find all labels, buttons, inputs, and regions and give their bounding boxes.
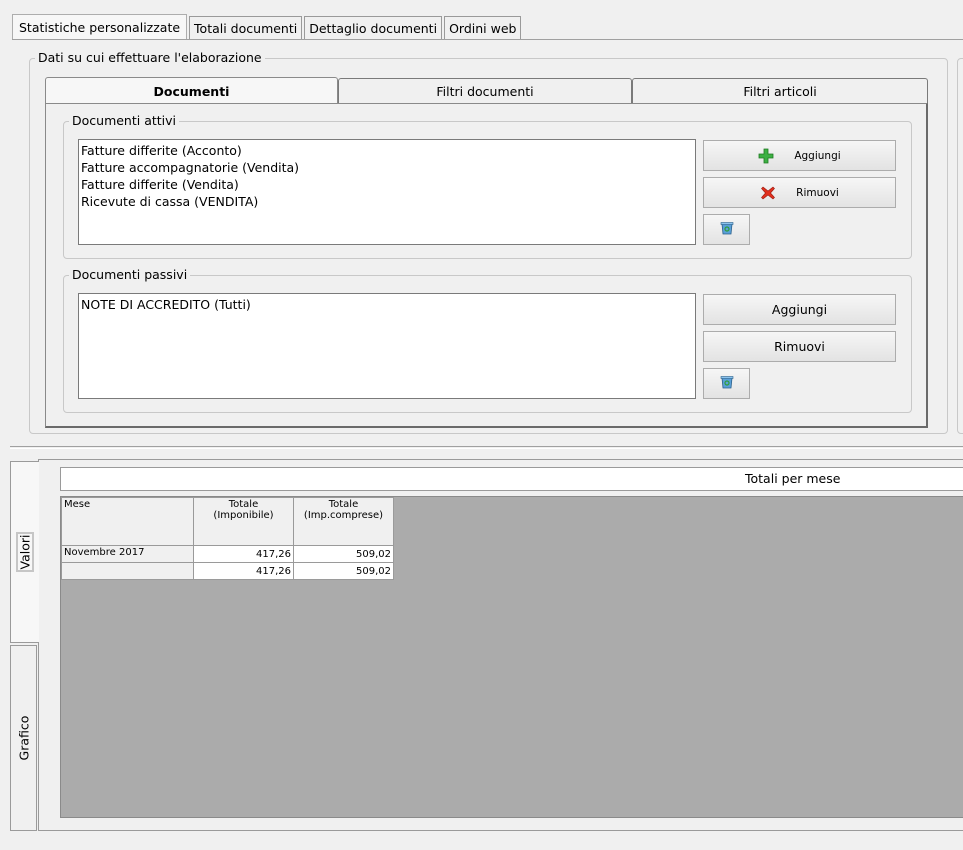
remove-passive-document-button[interactable]: Rimuovi <box>703 331 896 362</box>
add-passive-document-button[interactable]: Aggiungi <box>703 294 896 325</box>
column-header-mese[interactable]: Mese <box>61 497 194 546</box>
row-header-cell: Novembre 2017 <box>61 545 194 563</box>
list-item[interactable]: Fatture accompagnatorie (Vendita) <box>81 159 693 176</box>
tab-filtri-articoli[interactable]: Filtri articoli <box>632 78 928 104</box>
tab-label: Totali documenti <box>194 21 298 36</box>
documenti-attivi-list[interactable]: Fatture differite (Acconto) Fatture acco… <box>78 139 696 245</box>
results-table: Mese Totale (Imponibile) Totale (Imp.com… <box>61 497 394 580</box>
header-label: Mese <box>64 499 91 510</box>
list-item[interactable]: Fatture differite (Acconto) <box>81 142 693 159</box>
clear-passive-documents-button[interactable] <box>703 368 750 399</box>
tab-label: Dettaglio documenti <box>309 21 438 36</box>
button-label: Rimuovi <box>796 186 839 199</box>
documenti-passivi-list[interactable]: NOTE DI ACCREDITO (Tutti) <box>78 293 696 399</box>
button-label: Aggiungi <box>771 302 828 317</box>
splitter[interactable] <box>10 446 963 449</box>
clear-active-documents-button[interactable] <box>703 214 750 245</box>
list-item[interactable]: Fatture differite (Vendita) <box>81 176 693 193</box>
tab-totali-documenti[interactable]: Totali documenti <box>189 16 303 40</box>
tab-grafico[interactable]: Grafico <box>10 645 37 831</box>
tab-label: Ordini web <box>449 21 517 36</box>
tab-documenti[interactable]: Documenti <box>45 77 338 104</box>
list-item[interactable]: Ricevute di cassa (VENDITA) <box>81 193 693 210</box>
tab-statistiche-personalizzate[interactable]: Statistiche personalizzate <box>12 14 188 40</box>
header-label: (Imp.comprese) <box>303 510 384 521</box>
button-label: Aggiungi <box>794 149 841 162</box>
tab-valori[interactable]: Valori <box>10 461 39 643</box>
documenti-passivi-legend: Documenti passivi <box>69 267 191 282</box>
tab-label: Filtri documenti <box>436 84 534 99</box>
value-cell: 417,26 <box>193 562 294 580</box>
value-cell: 417,26 <box>193 545 294 563</box>
list-item[interactable]: NOTE DI ACCREDITO (Tutti) <box>81 296 693 313</box>
value-cell: 509,02 <box>293 562 394 580</box>
table-row[interactable]: Novembre 2017 417,26 509,02 <box>61 545 394 563</box>
recycle-bin-icon <box>719 374 735 393</box>
tab-ordini-web[interactable]: Ordini web <box>444 16 522 40</box>
tab-dettaglio-documenti[interactable]: Dettaglio documenti <box>304 16 443 40</box>
tab-label: Filtri articoli <box>743 84 817 99</box>
tab-label: Documenti <box>153 83 230 99</box>
add-active-document-button[interactable]: Aggiungi <box>703 140 896 171</box>
tab-label: Valori <box>16 532 34 572</box>
row-header-cell <box>61 562 194 580</box>
tab-label: Grafico <box>16 715 31 761</box>
side-groupbox <box>957 58 963 434</box>
data-groupbox-legend: Dati su cui effettuare l'elaborazione <box>35 50 265 65</box>
tab-strip-divider <box>12 39 963 40</box>
recycle-bin-icon <box>719 220 735 239</box>
column-header-totale-imponibile[interactable]: Totale (Imponibile) <box>193 497 294 546</box>
header-label: Totale <box>228 499 259 510</box>
header-label: (Imponibile) <box>213 510 274 521</box>
table-row-total[interactable]: 417,26 509,02 <box>61 562 394 580</box>
tab-filtri-documenti[interactable]: Filtri documenti <box>338 78 632 104</box>
results-grid[interactable]: Mese Totale (Imponibile) Totale (Imp.com… <box>60 496 963 818</box>
results-title: Totali per mese <box>745 471 841 486</box>
header-label: Totale <box>328 499 359 510</box>
button-label: Rimuovi <box>774 339 825 354</box>
main-tab-strip: Statistiche personalizzate Totali docume… <box>12 14 523 40</box>
remove-active-document-button[interactable]: Rimuovi <box>703 177 896 208</box>
tab-label: Statistiche personalizzate <box>19 20 181 35</box>
x-icon <box>760 185 776 201</box>
column-header-totale-imp-comprese[interactable]: Totale (Imp.comprese) <box>293 497 394 546</box>
value-cell: 509,02 <box>293 545 394 563</box>
plus-icon <box>758 148 774 164</box>
results-title-bar: Totali per mese <box>60 467 963 491</box>
documenti-attivi-legend: Documenti attivi <box>69 113 180 128</box>
